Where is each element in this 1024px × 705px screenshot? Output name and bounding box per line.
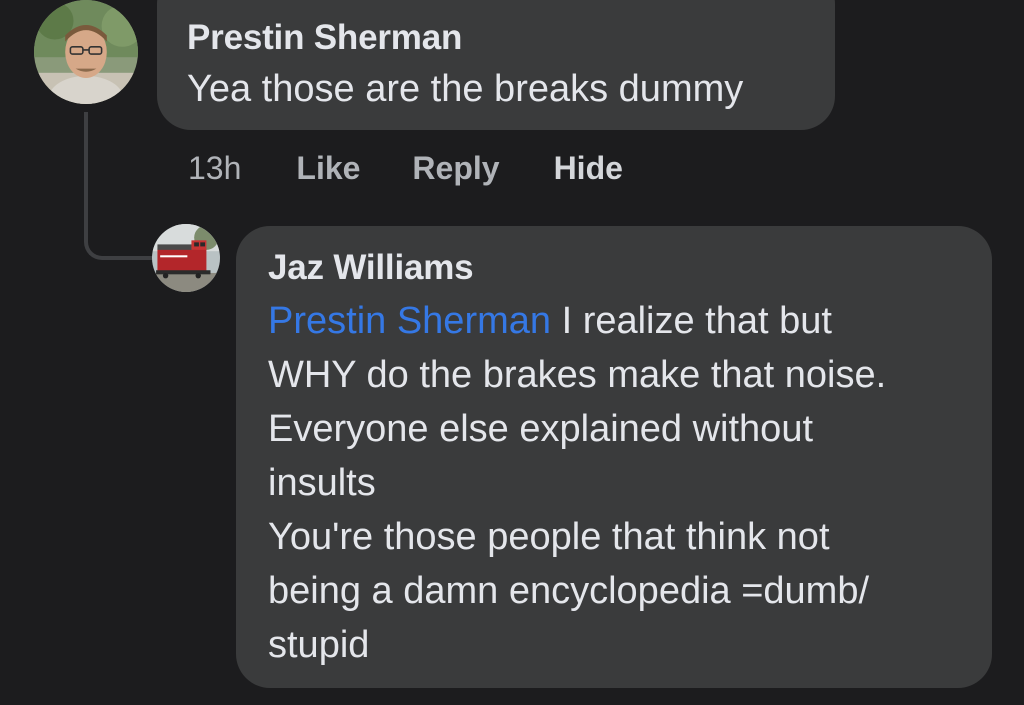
- comment-text: Yea those are the breaks dummy: [187, 68, 744, 110]
- comment-line: insults: [268, 462, 376, 504]
- comment-line: You're those people that think not: [268, 516, 830, 558]
- comment-timestamp[interactable]: 13h: [188, 150, 241, 187]
- avatar[interactable]: [34, 0, 138, 104]
- comment-author-name[interactable]: Jaz Williams: [268, 248, 960, 288]
- comment-line-text: I realize that but: [551, 300, 832, 342]
- reply-comment-bubble: Jaz Williams Prestin Sherman I realize t…: [236, 226, 992, 688]
- comment-line: WHY do the brakes make that noise.: [268, 354, 887, 396]
- comment-line: Everyone else explained without: [268, 408, 814, 450]
- comment-bubble: Prestin Sherman Yea those are the breaks…: [157, 0, 835, 130]
- like-button[interactable]: Like: [296, 150, 360, 187]
- comment-thread: Prestin Sherman Yea those are the breaks…: [0, 0, 1024, 705]
- comment-author-name[interactable]: Prestin Sherman: [187, 18, 805, 58]
- avatar[interactable]: [152, 224, 220, 292]
- reply-thread-connector: [84, 112, 154, 260]
- comment-actions: 13h Like Reply Hide: [188, 150, 623, 187]
- comment-line: being a damn encyclopedia =dumb/: [268, 570, 870, 612]
- train-photo-avatar-icon: [152, 224, 220, 292]
- comment-line: Prestin Sherman I realize that but: [268, 294, 960, 348]
- person-photo-avatar-icon: [34, 0, 138, 104]
- reply-button[interactable]: Reply: [412, 150, 499, 187]
- hide-button[interactable]: Hide: [554, 150, 623, 187]
- mention-link[interactable]: Prestin Sherman: [268, 300, 551, 342]
- comment-line: stupid: [268, 624, 370, 666]
- comment-text: Prestin Sherman I realize that but WHY d…: [268, 294, 960, 672]
